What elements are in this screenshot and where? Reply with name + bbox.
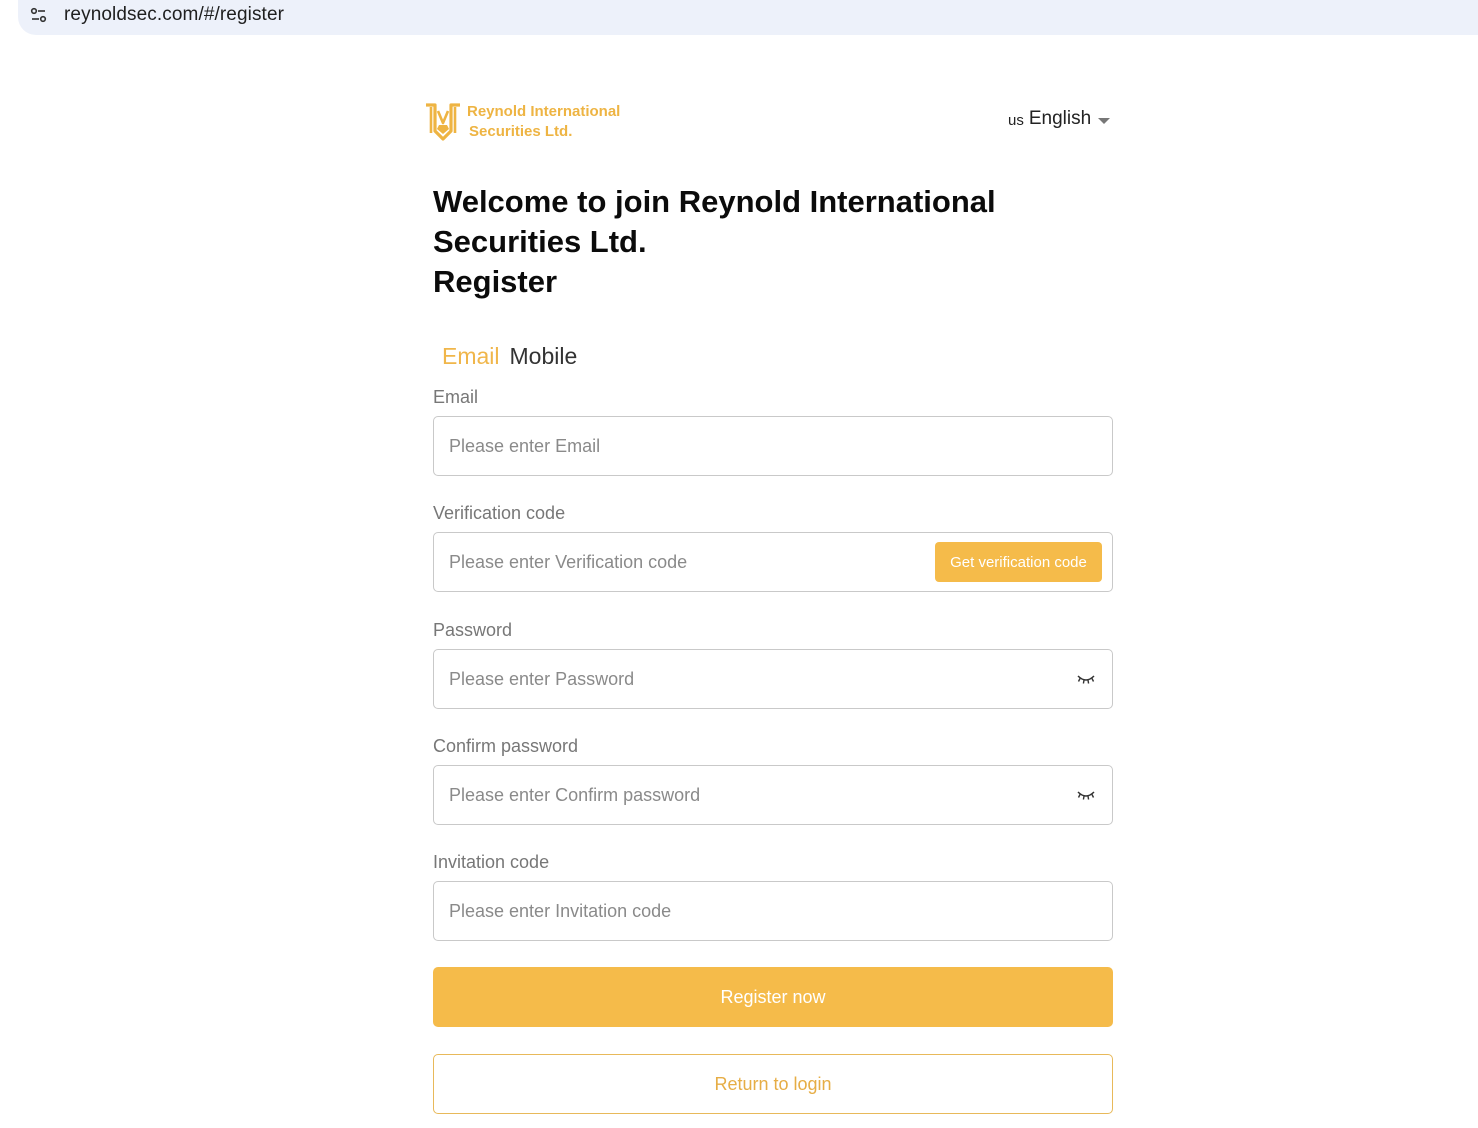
us-flag-icon: us: [1008, 112, 1024, 129]
language-selector[interactable]: us English: [1008, 108, 1111, 130]
tune-icon[interactable]: [30, 6, 48, 24]
logo-line-1: Reynold International: [467, 103, 621, 120]
tab-mobile[interactable]: Mobile: [510, 343, 578, 370]
logo-emblem-icon: [426, 103, 460, 141]
invitation-code-label: Invitation code: [433, 852, 550, 872]
email-label: Email: [433, 387, 479, 407]
password-label: Password: [433, 620, 513, 640]
welcome-heading: Welcome to join Reynold International Se…: [433, 184, 996, 259]
verification-code-field-box: Get verification code: [433, 532, 1113, 592]
tab-email[interactable]: Email: [442, 343, 500, 370]
verification-code-input[interactable]: [449, 533, 919, 591]
caret-down-icon: [1098, 117, 1111, 124]
password-input[interactable]: [449, 650, 919, 708]
eye-closed-icon[interactable]: [1076, 788, 1096, 802]
email-input[interactable]: [449, 417, 919, 475]
invitation-code-input[interactable]: [449, 882, 919, 940]
eye-closed-icon[interactable]: [1076, 672, 1096, 686]
confirm-password-input[interactable]: [449, 766, 919, 824]
url-text[interactable]: reynoldsec.com/#/register: [64, 4, 284, 26]
logo-line-2: Securities Ltd.: [469, 123, 573, 140]
password-field-box: [433, 649, 1113, 709]
company-logo[interactable]: Reynold International Securities Ltd.: [423, 101, 620, 143]
confirm-password-label: Confirm password: [433, 736, 579, 756]
email-field-box: [433, 416, 1113, 476]
get-verification-code-button[interactable]: Get verification code: [935, 542, 1102, 582]
invitation-code-field-box: [433, 881, 1113, 941]
language-label: English: [1028, 108, 1092, 129]
address-bar[interactable]: reynoldsec.com/#/register: [18, 0, 1478, 35]
register-heading: Register: [433, 264, 558, 299]
register-now-button[interactable]: Register now: [433, 967, 1113, 1027]
verification-code-label: Verification code: [433, 503, 566, 523]
confirm-password-field-box: [433, 765, 1113, 825]
return-to-login-button[interactable]: Return to login: [433, 1054, 1113, 1114]
register-method-tabs: Email Mobile: [442, 343, 577, 370]
